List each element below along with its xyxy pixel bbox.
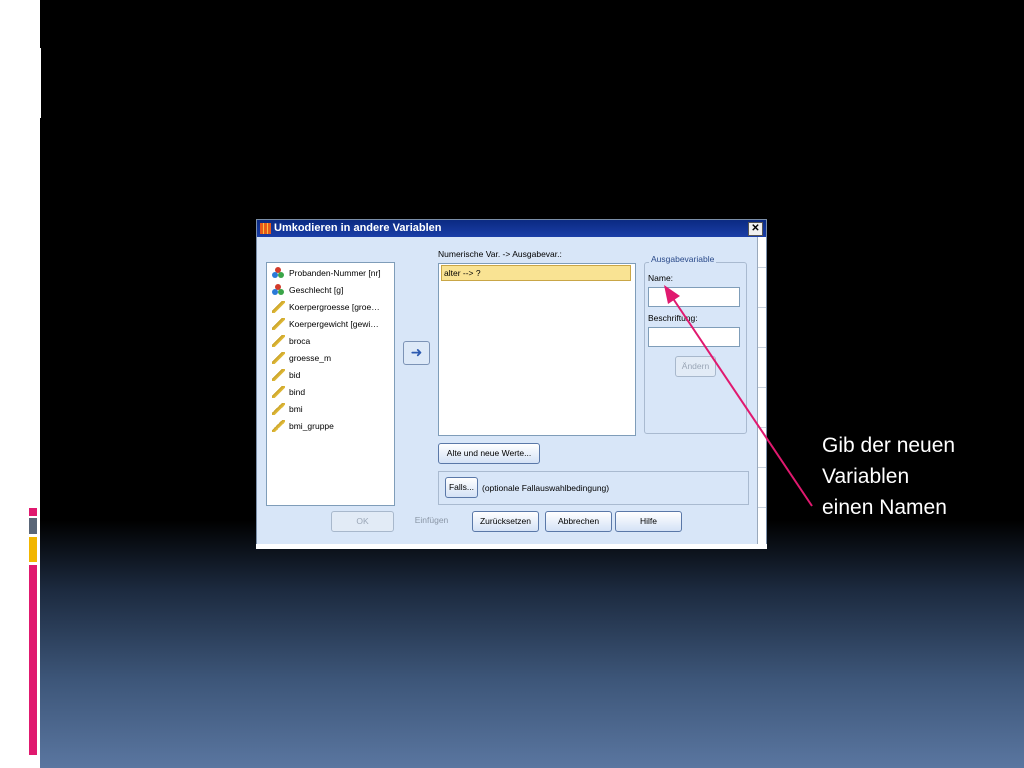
annotation-line: Gib der neuen [822,434,956,457]
annotation-text: Gib der neuen Variablen einen Namen [822,430,1002,523]
annotation-line: Variablen [822,465,910,488]
annotation-line: einen Namen [822,496,947,519]
annotation-arrow [664,285,813,507]
